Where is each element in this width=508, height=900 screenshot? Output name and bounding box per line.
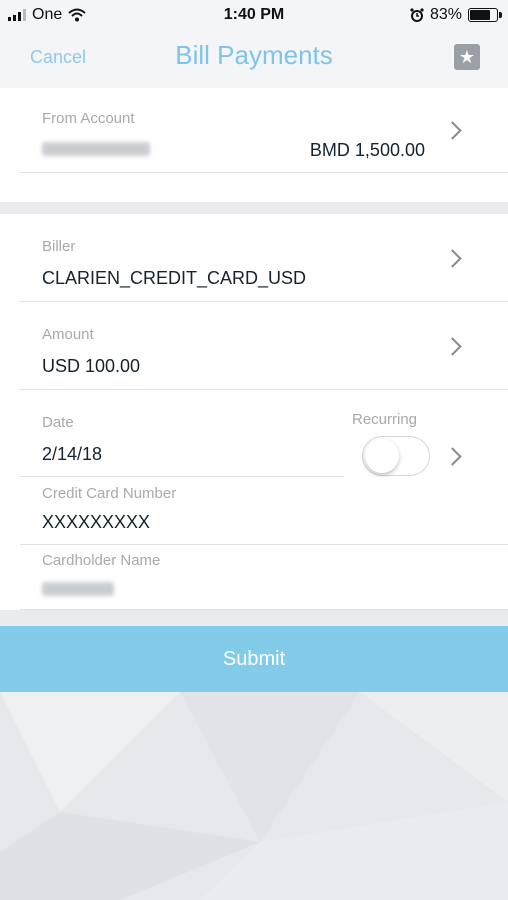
from-account-section[interactable]: From Account BMD 1,500.00 — [0, 88, 508, 202]
amount-value: USD 100.00 — [42, 356, 141, 376]
divider — [20, 389, 508, 390]
biller-label: Biller — [42, 238, 76, 255]
credit-card-label: Credit Card Number — [42, 485, 177, 502]
biller-value: CLARIEN_CREDIT_CARD_USD — [42, 268, 307, 288]
alarm-icon — [410, 8, 424, 22]
battery-icon — [468, 8, 502, 22]
from-account-label: From Account — [42, 110, 135, 127]
battery-percent: 83% — [429, 6, 462, 23]
account-number-redacted — [42, 142, 150, 156]
credit-card-value[interactable]: XXXXXXXXX — [42, 512, 150, 533]
status-bar: One 1:40 PM 83% — [0, 0, 508, 30]
from-account-balance: BMD 1,500.00 — [309, 140, 425, 160]
date-label: Date — [42, 414, 74, 431]
submit-button[interactable]: Submit — [0, 626, 508, 692]
divider — [20, 301, 508, 302]
divider — [20, 476, 344, 477]
page-title: Bill Payments — [175, 40, 333, 70]
status-right: 83% — [410, 6, 502, 24]
navbar: Cancel Bill Payments ★ — [0, 30, 508, 88]
recurring-label: Recurring — [352, 411, 418, 428]
chevron-right-icon[interactable] — [443, 447, 462, 466]
divider — [20, 609, 508, 610]
amount-label: Amount — [42, 326, 94, 343]
chevron-right-icon[interactable] — [443, 337, 462, 356]
background-pattern — [0, 692, 508, 900]
chevron-right-icon[interactable] — [443, 121, 462, 140]
star-icon[interactable]: ★ — [454, 44, 480, 70]
divider — [20, 544, 508, 545]
cardholder-name-redacted[interactable] — [42, 582, 114, 596]
chevron-right-icon[interactable] — [443, 249, 462, 268]
recurring-toggle[interactable] — [362, 436, 430, 476]
payment-details-section: Biller CLARIEN_CREDIT_CARD_USD Amount US… — [0, 214, 508, 610]
battery-fill — [470, 10, 490, 20]
cardholder-label: Cardholder Name — [42, 552, 161, 569]
divider — [20, 172, 508, 173]
date-value: 2/14/18 — [42, 444, 103, 464]
